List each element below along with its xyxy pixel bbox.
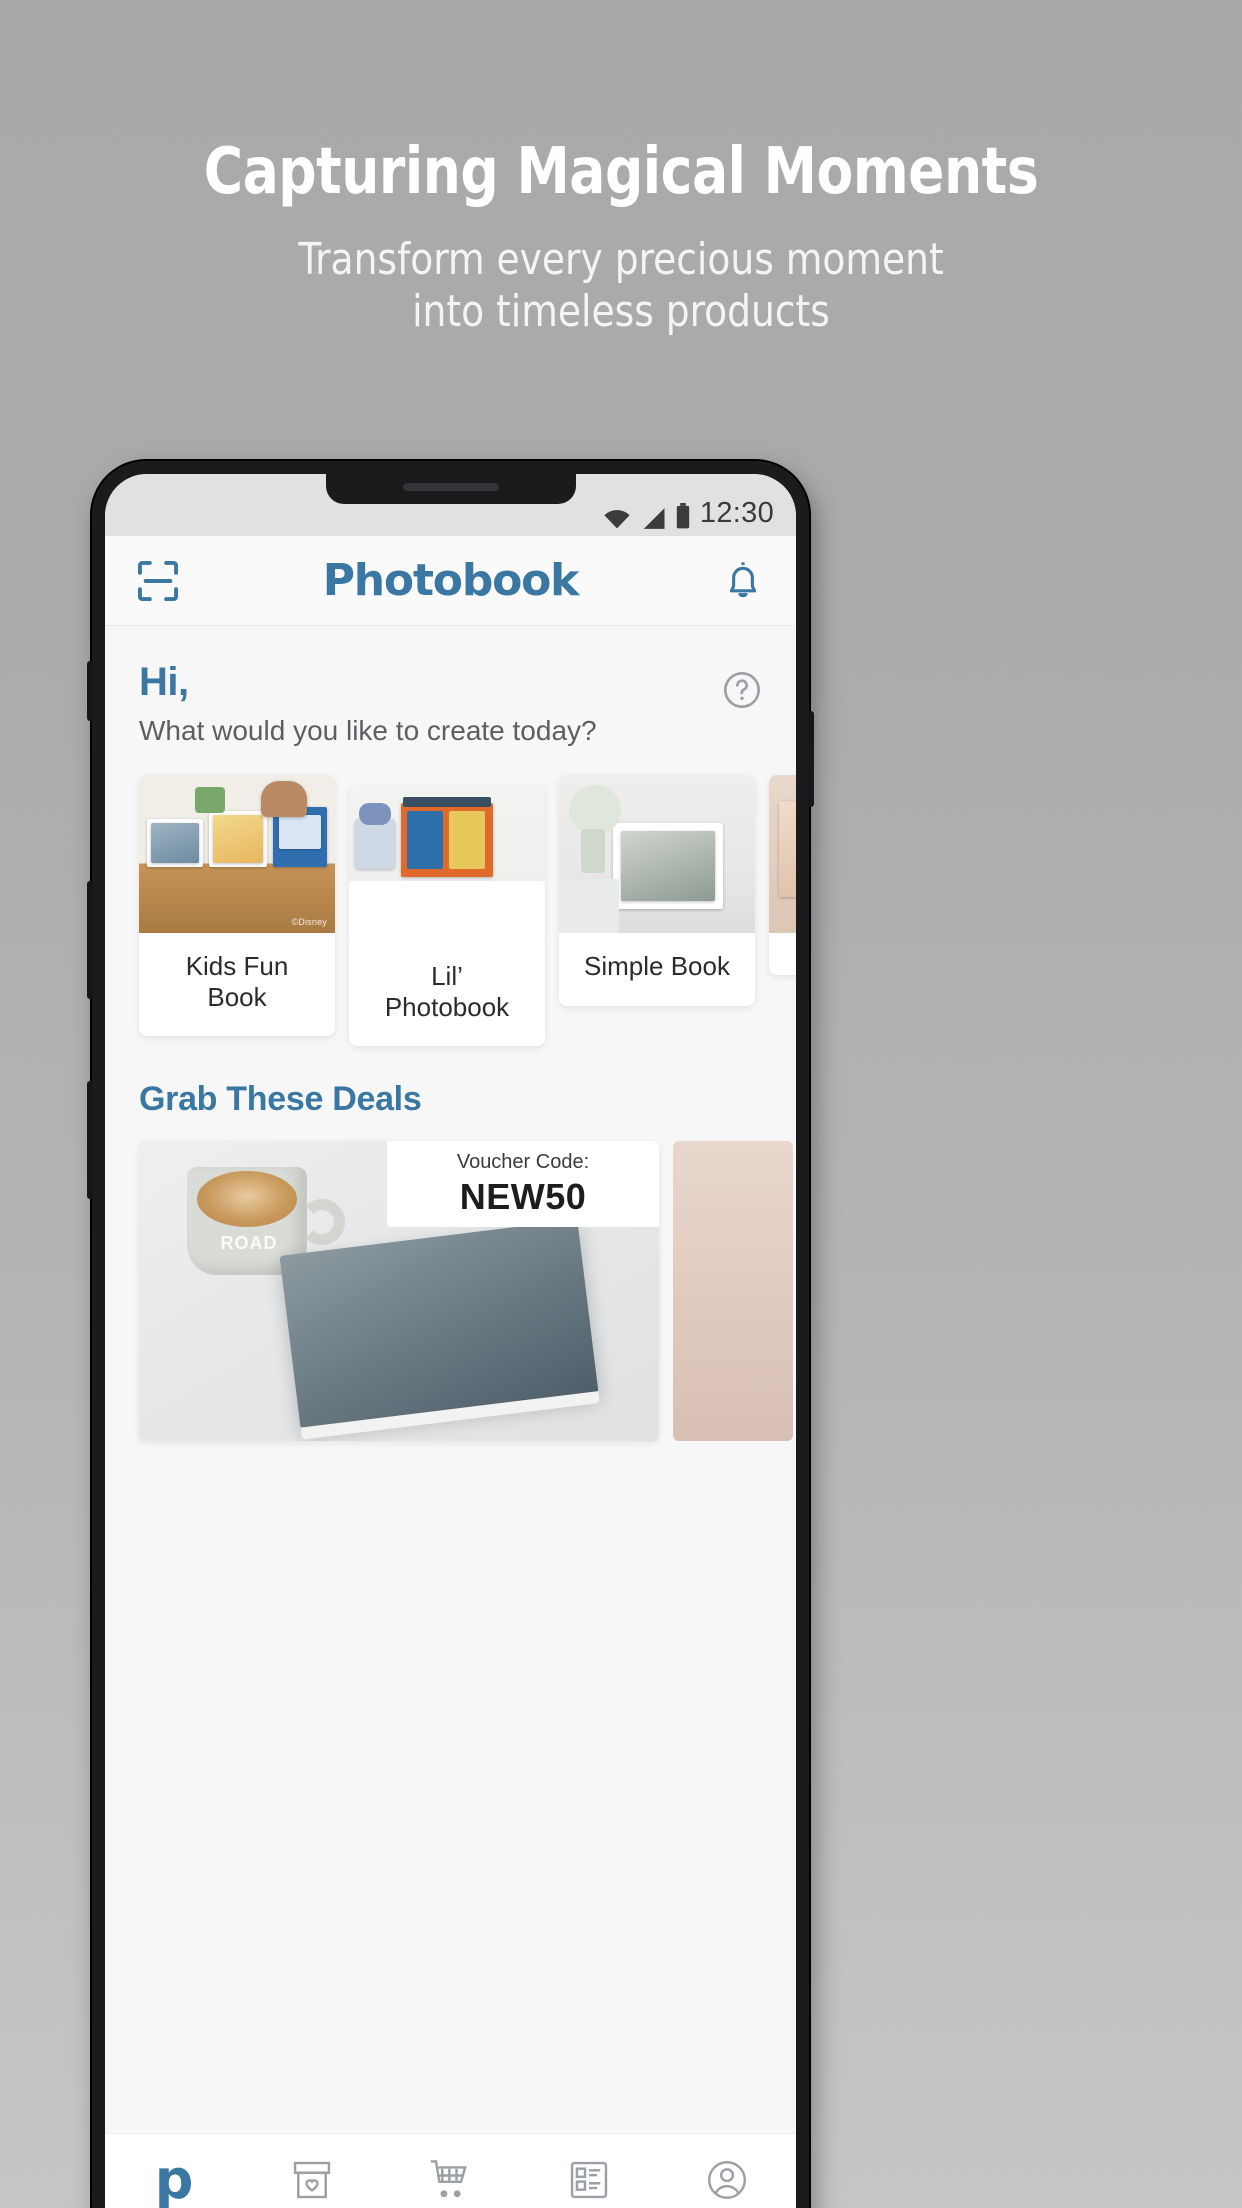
product-card-simple-book[interactable]: Simple Book <box>559 775 755 1006</box>
voucher-label: Voucher Code: <box>456 1150 590 1173</box>
greeting-hi: Hi, <box>139 660 189 704</box>
product-card-next[interactable] <box>769 775 796 975</box>
signal-icon <box>640 507 666 530</box>
bottom-navigation-bar: p Home Projects <box>105 2133 796 2208</box>
greeting-question: What would you like to create today? <box>139 715 597 746</box>
photobook-product-photo <box>279 1219 599 1430</box>
product-image-next <box>769 775 796 933</box>
deal-card-new50[interactable]: ROAD Voucher Code: NEW50 <box>139 1141 659 1442</box>
product-carousel[interactable]: ©Disney Kids Fun Book Lil’ Photobook Sim… <box>105 747 796 1047</box>
product-image-simple-book <box>559 775 755 933</box>
product-label-lil-photobook: Lil’ Photobook <box>384 961 510 1022</box>
phone-notch <box>325 474 576 504</box>
product-label-kids-fun-book: Kids Fun Book <box>185 951 289 1012</box>
status-bar-clock: 12:30 <box>699 497 774 529</box>
voucher-badge: Voucher Code: NEW50 <box>387 1141 659 1228</box>
nav-item-profile[interactable]: Profile <box>658 2155 796 2208</box>
deals-carousel[interactable]: ROAD Voucher Code: NEW50 <box>105 1119 796 1442</box>
phone-earpiece-speaker <box>402 483 499 491</box>
nav-item-projects[interactable]: Projects <box>243 2155 381 2208</box>
voucher-code: NEW50 <box>459 1175 587 1217</box>
nav-item-home[interactable]: p Home <box>105 2147 243 2208</box>
phone-screen: 12:30 Photobook Hi, What would you like … <box>105 474 796 2208</box>
product-image-lil-photobook <box>349 785 545 943</box>
disney-watermark: ©Disney <box>291 917 327 927</box>
deals-heading: Grab These Deals <box>139 1080 422 1119</box>
phone-mockup: 12:30 Photobook Hi, What would you like … <box>87 461 814 2208</box>
gift-box-heart-icon <box>288 2155 336 2201</box>
battery-icon <box>675 503 691 530</box>
user-profile-icon <box>703 2155 751 2201</box>
shopping-cart-icon <box>427 2155 475 2201</box>
product-card-kids-fun-book[interactable]: ©Disney Kids Fun Book <box>139 775 335 1037</box>
promo-banner: Capturing Magical Moments Transform ever… <box>0 0 1242 338</box>
nav-item-cart[interactable]: Cart <box>381 2155 519 2208</box>
promo-title: Capturing Magical Moments <box>203 135 1039 209</box>
app-header: Photobook <box>105 536 796 626</box>
product-label-next <box>769 933 796 975</box>
latte-art <box>197 1171 297 1228</box>
phone-volume-button <box>87 1081 93 1199</box>
nav-item-orders[interactable]: Orders <box>520 2155 658 2208</box>
help-circle-icon[interactable] <box>722 670 762 710</box>
mug-handle <box>299 1199 345 1246</box>
order-receipt-icon <box>565 2155 613 2201</box>
phone-power-button <box>808 711 814 807</box>
photobook-p-logo-icon: p <box>154 2147 194 2208</box>
product-card-lil-photobook[interactable]: Lil’ Photobook <box>349 785 545 1047</box>
promo-subtitle-line-2: into timeless products <box>412 285 830 337</box>
notification-bell-icon[interactable] <box>720 558 766 604</box>
promo-subtitle: Transform every precious moment into tim… <box>31 234 1211 338</box>
promo-subtitle-line-1: Transform every precious moment <box>298 234 944 285</box>
mug-text: ROAD <box>220 1233 278 1254</box>
scan-frame-icon[interactable] <box>135 558 181 604</box>
greeting-section: Hi, What would you like to create today? <box>105 626 796 747</box>
product-label-simple-book: Simple Book <box>584 951 730 981</box>
photobook-wordmark: Photobook <box>322 555 580 606</box>
product-image-kids-fun-book: ©Disney <box>139 775 335 933</box>
deal-card-next[interactable] <box>673 1141 793 1442</box>
wifi-icon <box>603 508 631 530</box>
